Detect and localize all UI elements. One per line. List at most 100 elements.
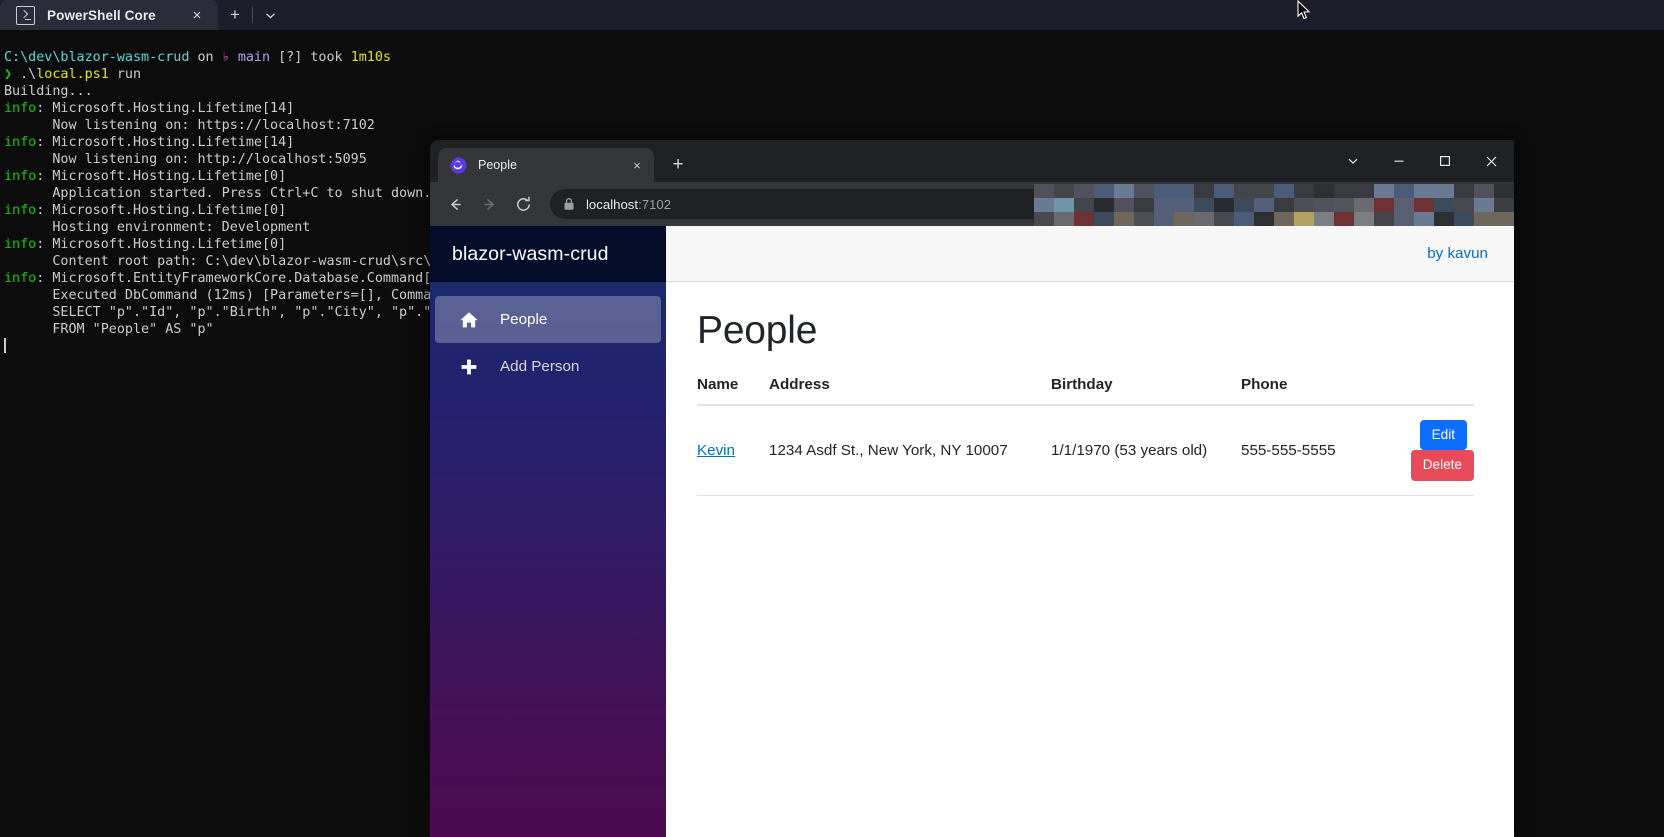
- terminal-tab[interactable]: PowerShell Core ×: [0, 0, 218, 30]
- pixelated-redaction-overlay: [1034, 184, 1514, 226]
- close-icon[interactable]: ×: [626, 154, 648, 176]
- chevron-down-icon[interactable]: [253, 0, 287, 30]
- mosaic-tile: [1434, 198, 1454, 212]
- terminal-text: Content root path: C:\dev\blazor-wasm-cr…: [4, 254, 456, 269]
- cell-phone: 555-555-5555: [1241, 404, 1371, 497]
- mosaic-tile: [1454, 212, 1474, 226]
- browser-tab-people[interactable]: People ×: [438, 148, 654, 182]
- sidebar-item-people[interactable]: People: [435, 296, 661, 343]
- mosaic-tile: [1494, 184, 1514, 198]
- terminal-line: Building...: [4, 83, 1664, 100]
- cell-address: 1234 Asdf St., New York, NY 10007: [769, 404, 1051, 497]
- terminal-text: info: [4, 237, 37, 252]
- mosaic-tile: [1154, 198, 1174, 212]
- terminal-text: 1m10s: [350, 50, 391, 65]
- close-icon[interactable]: [1468, 140, 1514, 182]
- forward-arrow-icon[interactable]: [474, 189, 504, 219]
- mosaic-tile: [1354, 198, 1374, 212]
- mosaic-tile: [1234, 198, 1254, 212]
- terminal-text: : Microsoft.Hosting.Lifetime[0]: [36, 169, 287, 184]
- table-row: Kevin 1234 Asdf St., New York, NY 10007 …: [697, 404, 1474, 497]
- mosaic-tile: [1494, 212, 1514, 226]
- maximize-icon[interactable]: [1422, 140, 1468, 182]
- delete-button[interactable]: Delete: [1410, 450, 1474, 482]
- home-icon: [458, 310, 480, 330]
- mosaic-tile: [1314, 184, 1334, 198]
- new-tab-button[interactable]: +: [218, 0, 252, 30]
- minimize-icon[interactable]: [1376, 140, 1422, 182]
- url-host: localhost: [586, 196, 639, 212]
- terminal-text: info: [4, 169, 37, 184]
- mosaic-tile: [1474, 212, 1494, 226]
- mosaic-tile: [1094, 184, 1114, 198]
- terminal-text: on: [189, 50, 222, 65]
- mosaic-tile: [1354, 184, 1374, 198]
- mosaic-tile: [1474, 184, 1494, 198]
- browser-tab-list: People ×: [430, 148, 654, 182]
- mosaic-tile: [1434, 184, 1454, 198]
- mosaic-tile: [1394, 212, 1414, 226]
- mosaic-tile: [1034, 184, 1054, 198]
- mosaic-tile: [1134, 184, 1154, 198]
- person-link[interactable]: Kevin: [697, 442, 735, 459]
- close-icon[interactable]: ×: [182, 0, 212, 30]
- reload-icon[interactable]: [508, 189, 538, 219]
- mosaic-tile: [1194, 184, 1214, 198]
- mosaic-tile: [1374, 184, 1394, 198]
- terminal-text: local.ps1: [36, 67, 109, 82]
- app-brand[interactable]: blazor-wasm-crud: [430, 226, 666, 282]
- terminal-text: info: [4, 203, 37, 218]
- sidebar-nav: People Add Person: [430, 282, 666, 390]
- page-title: People: [697, 309, 818, 352]
- people-table: Name Address Birthday Phone Kevin 1234 A…: [697, 375, 1474, 497]
- mosaic-tile: [1354, 212, 1374, 226]
- new-tab-button[interactable]: +: [662, 149, 694, 181]
- terminal-text: [?]: [270, 50, 303, 65]
- terminal-text: took: [302, 50, 351, 65]
- mosaic-tile: [1134, 198, 1154, 212]
- mosaic-tile: [1034, 198, 1054, 212]
- terminal-text: : Microsoft.Hosting.Lifetime[14]: [36, 101, 295, 116]
- mosaic-tile: [1274, 184, 1294, 198]
- terminal-text: Now listening on: http://localhost:5095: [4, 152, 367, 167]
- plus-icon: [458, 357, 480, 377]
- mosaic-tile: [1034, 212, 1054, 226]
- cell-name: Kevin: [697, 404, 769, 497]
- mosaic-tile: [1334, 212, 1354, 226]
- terminal-text: : Microsoft.EntityFrameworkCore.Database…: [36, 271, 456, 286]
- sidebar-item-add-person[interactable]: Add Person: [435, 343, 661, 390]
- edit-button[interactable]: Edit: [1419, 419, 1467, 451]
- terminal-tabstrip: PowerShell Core × +: [0, 0, 287, 30]
- mosaic-tile: [1454, 184, 1474, 198]
- terminal-titlebar: PowerShell Core × +: [0, 0, 1664, 30]
- mosaic-tile: [1114, 212, 1134, 226]
- mosaic-tile: [1054, 212, 1074, 226]
- mosaic-tile: [1294, 212, 1314, 226]
- column-header-phone: Phone: [1241, 375, 1371, 406]
- mosaic-tile: [1434, 212, 1454, 226]
- column-header-name: Name: [697, 375, 769, 406]
- chevron-down-icon[interactable]: [1330, 140, 1376, 182]
- mosaic-tile: [1294, 198, 1314, 212]
- mosaic-tile: [1234, 184, 1254, 198]
- terminal-caret: [4, 338, 6, 353]
- terminal-tab-title: PowerShell Core: [47, 7, 156, 23]
- terminal-line: info: Microsoft.Hosting.Lifetime[14]: [4, 100, 1664, 117]
- mosaic-tile: [1194, 212, 1214, 226]
- mosaic-tile: [1214, 212, 1234, 226]
- terminal-text: run: [108, 67, 142, 82]
- mosaic-tile: [1194, 198, 1214, 212]
- terminal-text: SELECT "p"."Id", "p"."Birth", "p"."City"…: [4, 305, 456, 320]
- mosaic-tile: [1294, 184, 1314, 198]
- terminal-text: : Microsoft.Hosting.Lifetime[0]: [36, 203, 287, 218]
- terminal-text: Building...: [4, 84, 93, 99]
- mosaic-tile: [1414, 198, 1434, 212]
- back-arrow-icon[interactable]: [440, 189, 470, 219]
- author-link[interactable]: by kavun: [1427, 245, 1488, 262]
- table-body: Kevin 1234 Asdf St., New York, NY 10007 …: [697, 404, 1474, 497]
- mosaic-tile: [1254, 184, 1274, 198]
- terminal-text: info: [4, 135, 37, 150]
- browser-tabstrip: People × +: [430, 140, 1514, 182]
- browser-tab-title: People: [478, 158, 517, 172]
